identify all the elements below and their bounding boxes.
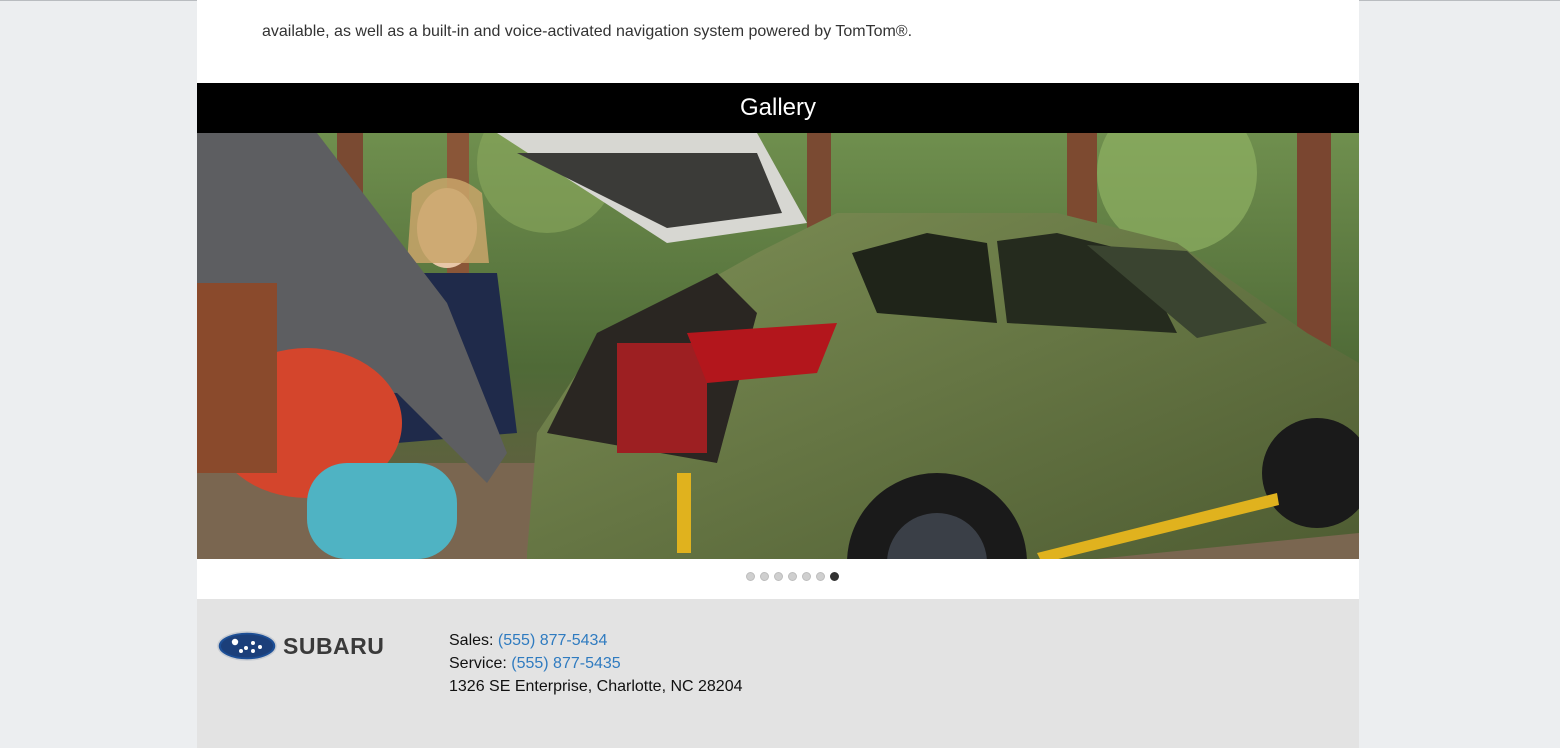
gallery-pagination — [197, 572, 1359, 586]
dealer-address: 1326 SE Enterprise, Charlotte, NC 28204 — [449, 678, 743, 695]
service-phone-link[interactable]: (555) 877-5435 — [511, 655, 620, 672]
site-footer: SUBARU Sales: (555) 877-5434 Service: (5… — [197, 599, 1359, 748]
gallery-dot-2[interactable] — [759, 572, 769, 581]
gallery-dot-3[interactable] — [773, 572, 783, 581]
dealer-contact: Sales: (555) 877-5434 Service: (555) 877… — [449, 629, 743, 698]
subaru-star-emblem-icon — [217, 631, 277, 661]
subaru-wordmark: SUBARU — [283, 632, 385, 659]
subaru-logo[interactable]: SUBARU — [217, 629, 417, 663]
sales-label: Sales: — [449, 632, 494, 649]
service-line: Service: (555) 877-5435 — [449, 652, 743, 675]
gallery-dot-5[interactable] — [801, 572, 811, 581]
page-content: available, as well as a built-in and voi… — [197, 0, 1359, 748]
gallery-dot-6[interactable] — [815, 572, 825, 581]
gallery-slide-image[interactable] — [197, 133, 1359, 559]
intro-paragraph: available, as well as a built-in and voi… — [262, 23, 913, 40]
gallery-header: Gallery — [197, 83, 1359, 133]
gallery-title: Gallery — [739, 94, 817, 121]
service-label: Service: — [449, 655, 507, 672]
suv-camping-photo — [197, 133, 1359, 559]
sales-line: Sales: (555) 877-5434 — [449, 629, 743, 652]
gallery-dot-4[interactable] — [787, 572, 797, 581]
sales-phone-link[interactable]: (555) 877-5434 — [498, 632, 607, 649]
gallery-dot-1[interactable] — [745, 572, 755, 581]
gallery-dot-7[interactable] — [829, 572, 839, 581]
